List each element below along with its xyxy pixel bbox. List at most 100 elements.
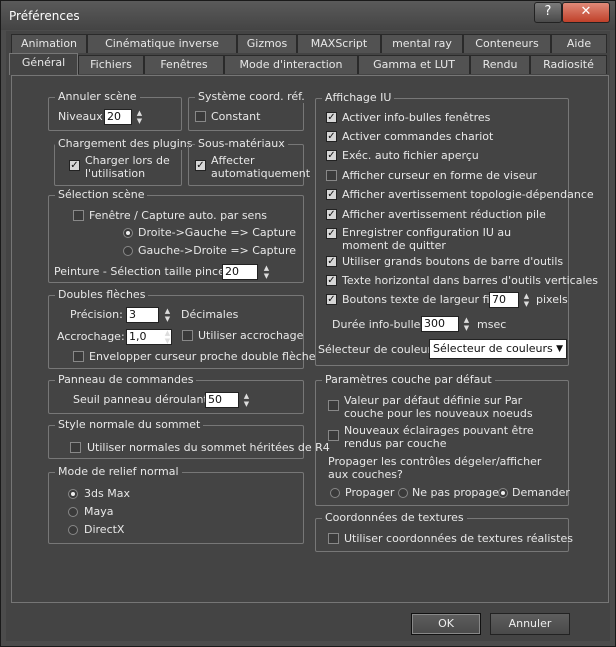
infobulles-checkbox[interactable]: ✓ [326, 112, 337, 123]
nouveaux-line1: Nouveaux éclairages pouvant être [344, 424, 534, 437]
systeme-coord-group: Système coord. réf. Constant [188, 90, 308, 131]
chariot-checkbox[interactable]: ✓ [326, 131, 337, 142]
selection-scene-group: Sélection scène Fenêtre / Capture auto. … [48, 188, 304, 283]
selecteur-value: Sélecteur de couleurs pa [433, 342, 553, 355]
envelopper-checkbox[interactable] [73, 351, 84, 362]
peinture-label: Peinture - Sélection taille pinceau [54, 265, 239, 278]
annuler-button[interactable]: Annuler [490, 613, 570, 635]
utiliser-accrochage-label: Utiliser accrochage [198, 329, 304, 342]
tab-general[interactable]: Général [9, 53, 78, 75]
affichage-iu-title: Affichage IU [322, 91, 395, 104]
normales-r4-checkbox[interactable] [70, 442, 81, 453]
selecteur-couleurs-dropdown[interactable]: Sélecteur de couleurs pa ▼ [429, 339, 567, 359]
precision-spinner[interactable]: ▲ ▼ [163, 307, 172, 323]
propager-label: Propager [345, 486, 395, 499]
ne-pas-propager-radio[interactable] [398, 488, 408, 498]
msec-label: msec [477, 318, 507, 331]
gauche-radio[interactable] [123, 246, 133, 256]
viseur-checkbox[interactable] [326, 170, 337, 181]
valeur-par-couche-checkbox[interactable] [328, 400, 339, 411]
charger-line1: Charger lors de [85, 154, 170, 167]
enregistrer-line2: moment de quitter [342, 239, 446, 252]
grands-boutons-checkbox[interactable]: ✓ [326, 256, 337, 267]
gauche-label: Gauche->Droite => Capture [138, 244, 296, 257]
charger-line2: l'utilisation [85, 167, 146, 180]
reduction-pile-label: Afficher avertissement réduction pile [342, 208, 546, 221]
textures-group: Coordonnées de textures Utiliser coordon… [315, 511, 573, 552]
style-normale-group: Style normale du sommet Utiliser normale… [48, 418, 330, 459]
relief-directx-label: DirectX [84, 523, 125, 536]
reduction-pile-checkbox[interactable]: ✓ [326, 209, 337, 220]
ok-button[interactable]: OK [411, 613, 481, 635]
doubles-fleches-title: Doubles flèches [55, 288, 149, 301]
style-normale-title: Style normale du sommet [55, 418, 204, 431]
seuil-field[interactable]: 50 [205, 392, 239, 408]
niveaux-field[interactable]: 20 [104, 109, 132, 125]
nouveaux-eclairages-checkbox[interactable] [328, 430, 339, 441]
demander-radio[interactable] [498, 488, 508, 498]
plugins-title: Chargement des plugins [55, 137, 196, 150]
panel-layer: Annuler scène Niveaux: 20 ▲ ▼ Système coo… [1, 1, 615, 646]
valeur-line1: Valeur par défaut définie sur Par [344, 394, 523, 407]
relief-maya-radio[interactable] [68, 507, 78, 517]
peinture-spinner[interactable]: ▲ ▼ [262, 264, 271, 280]
apercu-label: Exéc. auto fichier aperçu [342, 149, 479, 162]
affecter-line2: automatiquement [211, 167, 311, 180]
enregistrer-line1: Enregistrer configuration IU au [342, 226, 512, 239]
utiliser-accrochage-checkbox[interactable] [182, 330, 193, 341]
boutons-texte-checkbox[interactable]: ✓ [326, 294, 337, 305]
boutons-texte-spinner[interactable]: ▲ ▼ [522, 292, 531, 308]
apercu-checkbox[interactable]: ✓ [326, 150, 337, 161]
relief-3dsmax-label: 3ds Max [84, 487, 130, 500]
peinture-field[interactable]: 20 [222, 264, 258, 280]
relief-3dsmax-radio[interactable] [68, 489, 78, 499]
preferences-window: Préférences ? ✕ Animation Cinématique in… [0, 0, 616, 647]
accrochage-label: Accrochage: [57, 330, 125, 343]
fenetre-checkbox[interactable] [73, 210, 84, 221]
normales-r4-label: Utiliser normales du sommet héritées de … [87, 441, 330, 454]
couche-title: Paramètres couche par défaut [322, 373, 495, 386]
envelopper-label: Envelopper curseur proche double flèche [89, 350, 316, 363]
duree-spinner[interactable]: ▲ ▼ [462, 316, 471, 332]
chevron-down-icon: ▼ [556, 344, 563, 354]
duree-field[interactable]: 300 [421, 316, 459, 332]
mode-relief-group: Mode de relief normal 3ds Max Maya Direc… [48, 465, 304, 544]
texte-horizontal-checkbox[interactable]: ✓ [326, 275, 337, 286]
niveaux-label: Niveaux: [58, 110, 107, 123]
relief-maya-label: Maya [84, 505, 114, 518]
precision-field[interactable]: 3 [126, 307, 159, 323]
constant-checkbox[interactable] [195, 111, 206, 122]
panneau-group: Panneau de commandes Seuil panneau dérou… [48, 373, 304, 414]
fenetre-label: Fenêtre / Capture auto. par sens [89, 209, 268, 222]
boutons-texte-field[interactable]: 70 [489, 292, 519, 308]
sous-materiaux-title: Sous-matériaux [195, 137, 288, 150]
systeme-coord-title: Système coord. réf. [195, 90, 308, 103]
annuler-scene-title: Annuler scène [55, 90, 140, 103]
accrochage-spinner[interactable]: ▲ ▼ [163, 329, 172, 345]
charger-checkbox[interactable]: ✓ [69, 160, 80, 171]
infobulles-label: Activer info-bulles fenêtres [342, 111, 491, 124]
propager-line1: Propager les contrôles dégeler/afficher [328, 455, 542, 468]
textures-title: Coordonnées de textures [322, 511, 467, 524]
enregistrer-checkbox[interactable]: ✓ [326, 228, 337, 239]
affecter-line1: Affecter [211, 154, 255, 167]
textures-realistes-checkbox[interactable] [328, 533, 339, 544]
doubles-fleches-group: Doubles flèches Précision: 3 ▲ ▼ Décimale… [48, 288, 316, 369]
propager-line2: aux couches? [328, 468, 403, 481]
relief-directx-radio[interactable] [68, 525, 78, 535]
plugins-group: Chargement des plugins ✓ Charger lors de… [54, 137, 196, 186]
chariot-label: Activer commandes chariot [342, 130, 494, 143]
topologie-checkbox[interactable]: ✓ [326, 189, 337, 200]
droite-radio[interactable] [123, 228, 133, 238]
couche-group: Paramètres couche par défaut Valeur par … [315, 373, 570, 506]
decimales-label: Décimales [181, 308, 239, 321]
panneau-title: Panneau de commandes [55, 373, 197, 386]
affecter-checkbox[interactable]: ✓ [195, 160, 206, 171]
textures-realistes-label: Utiliser coordonnées de textures réalist… [344, 532, 573, 545]
demander-label: Demander [512, 486, 570, 499]
niveaux-spinner[interactable]: ▲ ▼ [135, 109, 144, 125]
seuil-spinner[interactable]: ▲ ▼ [242, 392, 251, 408]
mode-relief-title: Mode de relief normal [55, 465, 182, 478]
viseur-label: Afficher curseur en forme de viseur [342, 169, 537, 182]
propager-radio[interactable] [330, 488, 340, 498]
